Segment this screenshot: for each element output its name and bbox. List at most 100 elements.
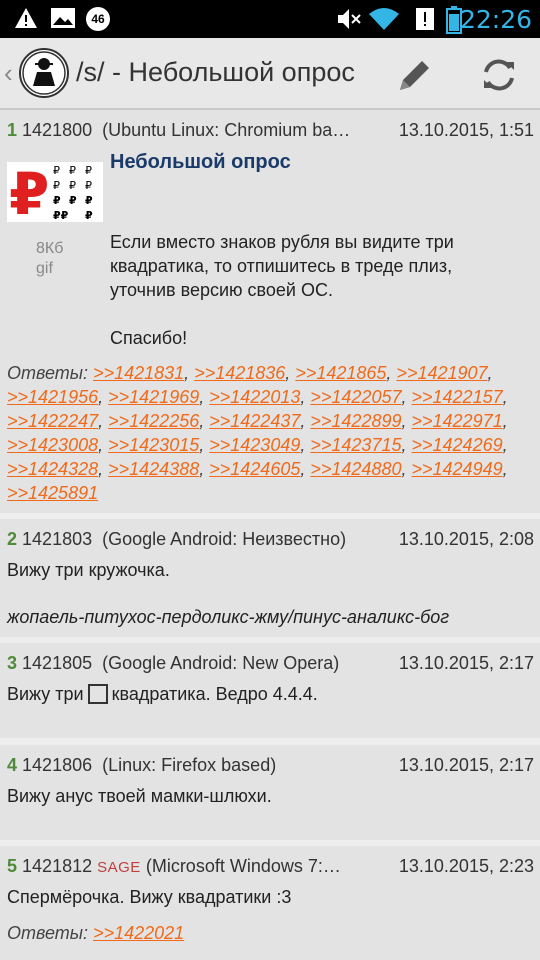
post-header: 2 1421803 (Google Android: Неизвестно) (7, 529, 346, 550)
reply-link[interactable]: >>1425891 (7, 483, 98, 503)
body-line: Спасибо! (110, 328, 188, 348)
replies-list: Ответы: >>1421831, >>1421836, >>1421865,… (7, 363, 508, 503)
post-body: Вижу анус твоей мамки-шлюхи. (7, 786, 272, 806)
clock: 22:26 (459, 5, 532, 34)
reply-link[interactable]: >>1424328 (7, 459, 98, 479)
attachment-thumbnail[interactable]: ₽ ₽ ₽ ₽ ₽ ₽ ₽ ₽ ₽ ₽ ₽₽ ₽ (7, 160, 103, 228)
post-body: Если вместо знаков рубля вы видите три к… (110, 230, 454, 350)
back-chevron-icon[interactable]: ‹ (4, 58, 13, 89)
body-text: Вижу три (7, 684, 84, 704)
replies-list: Ответы: >>1422021 (7, 921, 535, 945)
wifi-icon (369, 8, 399, 30)
reply-link[interactable]: >>1424949 (412, 459, 503, 479)
svg-text:₽: ₽ (85, 179, 92, 192)
post-client: (Google Android: New Opera) (102, 653, 340, 673)
post-header: 4 1421806 (Linux: Firefox based) (7, 755, 276, 776)
post-5[interactable]: 5 1421812 SAGE (Microsoft Windows 7:… 13… (0, 846, 540, 960)
body-text: квадратика. Ведро 4.4.4. (111, 684, 318, 704)
image-icon (51, 8, 75, 28)
post-4[interactable]: 4 1421806 (Linux: Firefox based) 13.10.2… (0, 745, 540, 840)
reply-link[interactable]: >>1424388 (108, 459, 199, 479)
reply-link[interactable]: >>1422899 (310, 411, 401, 431)
post-header: 1 1421800 (Ubuntu Linux: Chromium ba… (7, 120, 350, 141)
edit-pencil-icon[interactable] (392, 52, 438, 98)
reply-link[interactable]: >>1422013 (209, 387, 300, 407)
reply-link[interactable]: >>1421956 (7, 387, 98, 407)
svg-text:₽: ₽ (69, 164, 76, 177)
sage-badge: SAGE (97, 859, 141, 876)
svg-text:₽: ₽ (85, 209, 93, 222)
post-1[interactable]: 1 1421800 (Ubuntu Linux: Chromium ba… 13… (0, 110, 540, 513)
notification-badge: 46 (86, 7, 110, 31)
ruble-image-icon: ₽ ₽ ₽ ₽ ₽ ₽ ₽ ₽ ₽ ₽ ₽₽ ₽ (9, 160, 93, 228)
reply-link[interactable]: >>1423015 (108, 435, 199, 455)
anonymous-logo-icon (22, 51, 66, 95)
post-2[interactable]: 2 1421803 (Google Android: Неизвестно) 1… (0, 519, 540, 637)
reply-link[interactable]: >>1424880 (310, 459, 401, 479)
file-type: gif (36, 260, 53, 277)
post-number: 5 (7, 856, 18, 876)
replies-label: Ответы: (7, 363, 89, 383)
svg-text:₽: ₽ (53, 179, 60, 192)
reply-link[interactable]: >>1423049 (209, 435, 300, 455)
post-body: Вижу три кружочка. (7, 560, 170, 580)
reply-link[interactable]: >>1422157 (412, 387, 503, 407)
post-date: 13.10.2015, 2:23 (398, 856, 534, 876)
reply-link[interactable]: >>1421969 (108, 387, 199, 407)
svg-text:₽: ₽ (53, 194, 61, 207)
board-logo[interactable] (19, 48, 69, 98)
reply-link[interactable]: >>1422437 (209, 411, 300, 431)
mute-icon (338, 9, 361, 29)
missing-glyph-square-icon (87, 684, 108, 704)
reply-link[interactable]: >>1422057 (310, 387, 401, 407)
reply-link[interactable]: >>1422021 (93, 923, 184, 943)
reply-link[interactable]: >>1422971 (412, 411, 503, 431)
post-date: 13.10.2015, 1:51 (398, 120, 534, 140)
body-line: уточнив версию своей ОС. (110, 280, 333, 300)
post-number: 1 (7, 120, 18, 140)
post-header: 3 1421805 (Google Android: New Opera) (7, 653, 339, 674)
warning-icon (15, 8, 37, 28)
alert-icon (416, 8, 434, 30)
replies-label: Ответы: (7, 923, 89, 943)
svg-text:₽₽: ₽₽ (53, 209, 69, 222)
post-number: 4 (7, 755, 18, 775)
post-client: (Microsoft Windows 7:… (145, 856, 341, 876)
post-header: 5 1421812 SAGE (Microsoft Windows 7:… (7, 856, 341, 877)
svg-text:₽: ₽ (85, 194, 93, 207)
post-3[interactable]: 3 1421805 (Google Android: New Opera) 13… (0, 643, 540, 738)
refresh-icon[interactable] (476, 52, 522, 98)
post-date: 13.10.2015, 2:17 (398, 653, 534, 673)
reply-link[interactable]: >>1422256 (108, 411, 199, 431)
reply-link[interactable]: >>1421836 (194, 363, 285, 383)
file-size: 8Кб (36, 240, 64, 257)
app-bar: ‹ /s/ - Небольшой опрос (0, 38, 540, 110)
post-date: 13.10.2015, 2:08 (398, 529, 534, 549)
reply-link[interactable]: >>1423715 (310, 435, 401, 455)
post-id[interactable]: 1421803 (22, 529, 92, 549)
svg-text:₽: ₽ (69, 179, 76, 192)
reply-link[interactable]: >>1421907 (396, 363, 487, 383)
reply-link[interactable]: >>1424605 (209, 459, 300, 479)
svg-text:₽: ₽ (85, 164, 92, 177)
svg-text:₽: ₽ (69, 194, 77, 207)
reply-link[interactable]: >>1422247 (7, 411, 98, 431)
reply-link[interactable]: >>1421865 (295, 363, 386, 383)
post-number: 2 (7, 529, 18, 549)
reply-link[interactable]: >>1423008 (7, 435, 98, 455)
reply-link[interactable]: >>1421831 (93, 363, 184, 383)
post-body: Спермёрочка. Вижу квадратики :3 (7, 887, 292, 907)
post-id[interactable]: 1421806 (22, 755, 92, 775)
svg-text:₽: ₽ (9, 162, 49, 222)
post-client: (Google Android: Неизвестно) (102, 529, 347, 549)
post-id[interactable]: 1421800 (22, 120, 92, 140)
post-number: 3 (7, 653, 18, 673)
post-client: (Linux: Firefox based) (102, 755, 277, 775)
post-client: (Ubuntu Linux: Chromium ba… (102, 120, 351, 140)
post-id[interactable]: 1421812 (22, 856, 92, 876)
status-bar: 46 22:26 (0, 0, 540, 38)
post-id[interactable]: 1421805 (22, 653, 92, 673)
page-title: /s/ - Небольшой опрос (76, 57, 355, 87)
reply-link[interactable]: >>1424269 (412, 435, 503, 455)
